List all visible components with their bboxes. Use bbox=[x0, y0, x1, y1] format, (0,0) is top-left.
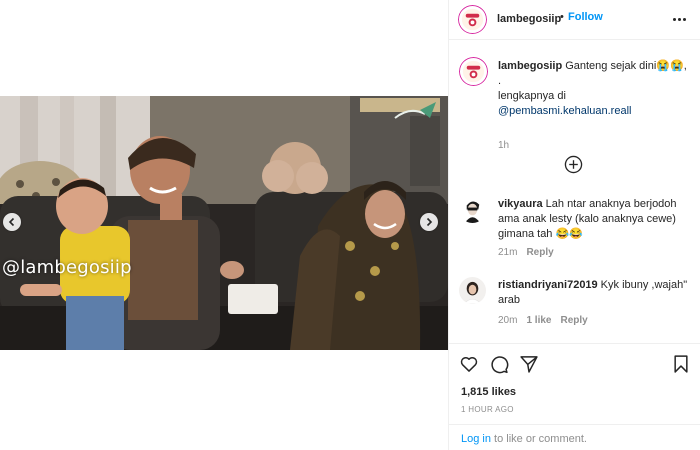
post-side-panel: lambegosiip • Follow lambegosiip Ganteng … bbox=[448, 0, 700, 450]
comment-meta: 20m 1 like Reply bbox=[498, 315, 588, 326]
caption-time[interactable]: 1h bbox=[498, 140, 509, 151]
post-media: @lambegosiip bbox=[0, 0, 448, 450]
avatar-image bbox=[459, 196, 486, 223]
separator-dot: • bbox=[560, 11, 564, 23]
header-username[interactable]: lambegosiip bbox=[497, 13, 561, 25]
comment-text: vikyaura Lah ntar anaknya berjodoh ama an… bbox=[498, 197, 694, 242]
comment-time[interactable]: 20m bbox=[498, 315, 517, 326]
caption-line-1: Ganteng sejak dini😭😭, bbox=[565, 60, 687, 72]
comments-section: lambegosiip Ganteng sejak dini😭😭, . lengk… bbox=[449, 41, 700, 341]
post-header: lambegosiip • Follow bbox=[449, 0, 700, 40]
login-prompt-text: to like or comment. bbox=[494, 433, 587, 445]
avatar[interactable] bbox=[458, 5, 487, 34]
post-actions: 1,815 likes 1 HOUR AGO Log in to like or… bbox=[449, 343, 700, 450]
caption-mention-link[interactable]: @pembasmi.kehaluan.reall bbox=[498, 105, 631, 117]
caption-username[interactable]: lambegosiip bbox=[498, 60, 562, 72]
share-icon[interactable] bbox=[519, 354, 539, 374]
avatar-image bbox=[459, 277, 486, 304]
comment-likes[interactable]: 1 like bbox=[526, 315, 551, 326]
lambegosiip-logo bbox=[459, 57, 488, 86]
bookmark-icon[interactable] bbox=[671, 354, 691, 374]
login-bar: Log in to like or comment. bbox=[449, 424, 700, 450]
heart-icon[interactable] bbox=[459, 354, 479, 374]
follow-button[interactable]: Follow bbox=[568, 11, 603, 23]
photo-illustration bbox=[0, 96, 448, 350]
lambegosiip-logo bbox=[458, 5, 487, 34]
comment-username[interactable]: vikyaura bbox=[498, 198, 543, 210]
post-photo[interactable] bbox=[0, 96, 448, 350]
comment-meta: 21m Reply bbox=[498, 247, 554, 258]
chevron-right-icon bbox=[426, 217, 433, 227]
comment-text: ristiandriyani72019 Kyk ibuny ,wajah" ara… bbox=[498, 278, 694, 308]
post-timestamp[interactable]: 1 HOUR AGO bbox=[461, 405, 514, 414]
reply-button[interactable]: Reply bbox=[560, 315, 587, 326]
next-photo-button[interactable] bbox=[420, 213, 438, 231]
previous-photo-button[interactable] bbox=[3, 213, 21, 231]
caption-line-2: . bbox=[498, 75, 502, 87]
comment-icon[interactable] bbox=[489, 354, 509, 374]
avatar[interactable] bbox=[459, 277, 486, 304]
comment-username[interactable]: ristiandriyani72019 bbox=[498, 279, 598, 291]
login-prompt: Log in to like or comment. bbox=[461, 433, 587, 445]
caption-text: lambegosiip Ganteng sejak dini😭😭, . lengk… bbox=[498, 59, 694, 119]
login-link[interactable]: Log in bbox=[461, 433, 491, 445]
likes-count[interactable]: 1,815 likes bbox=[461, 386, 516, 398]
caption-meta: 1h bbox=[498, 140, 509, 151]
comment-time[interactable]: 21m bbox=[498, 247, 517, 258]
caption-line-3: lengkapnya di bbox=[498, 90, 566, 102]
avatar[interactable] bbox=[459, 196, 486, 223]
photo-watermark: @lambegosiip bbox=[2, 257, 132, 278]
reply-button[interactable]: Reply bbox=[526, 247, 553, 258]
avatar[interactable] bbox=[459, 57, 488, 86]
plus-circle-icon[interactable] bbox=[564, 155, 583, 174]
more-horizontal-icon[interactable] bbox=[673, 12, 687, 26]
chevron-left-icon bbox=[8, 217, 15, 227]
